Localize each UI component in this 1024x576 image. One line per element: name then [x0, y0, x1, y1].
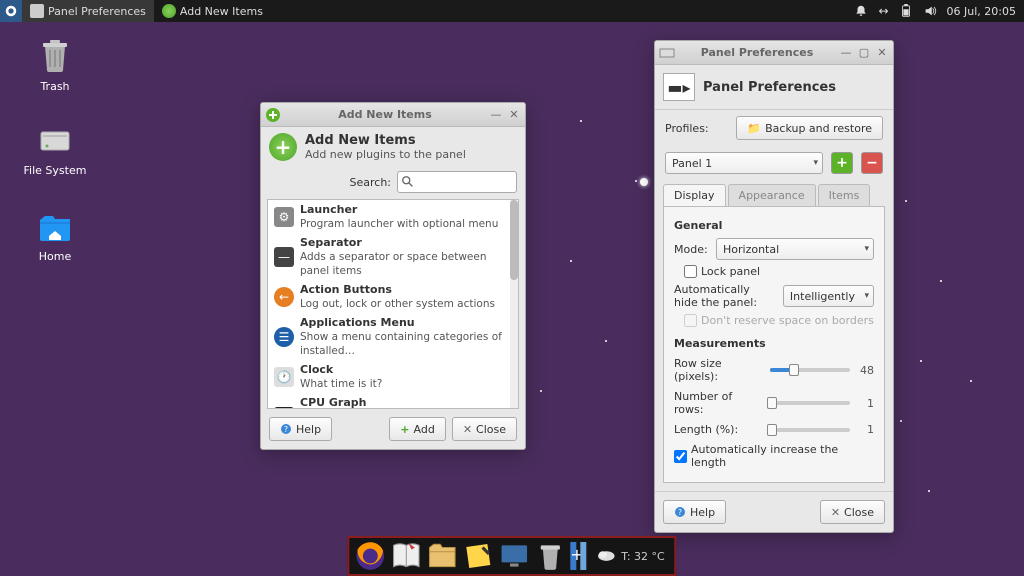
- volume-icon[interactable]: [923, 4, 937, 18]
- window-icon: [659, 45, 675, 61]
- autohide-label: Automatically hide the panel:: [674, 283, 777, 309]
- tab-items[interactable]: Items: [818, 184, 871, 206]
- length-value: 1: [856, 423, 874, 436]
- bottom-panel: + T: 32 °C: [347, 536, 676, 576]
- panel-selector[interactable]: Panel 1: [665, 152, 823, 174]
- tab-bar: Display Appearance Items: [663, 184, 885, 206]
- folder-home-icon: [35, 206, 75, 246]
- close-button[interactable]: ✕Close: [452, 417, 517, 441]
- svg-text:?: ?: [284, 425, 288, 434]
- list-item[interactable]: ←Action ButtonsLog out, lock or other sy…: [268, 280, 518, 313]
- task-label: Add New Items: [180, 5, 263, 18]
- search-label: Search:: [350, 176, 392, 189]
- svg-text:?: ?: [678, 508, 682, 517]
- close-button[interactable]: ✕Close: [820, 500, 885, 524]
- window-add-new-items: Add New Items — ✕ + Add New Items Add ne…: [260, 102, 526, 450]
- window-title: Panel Preferences: [679, 46, 835, 59]
- maximize-button[interactable]: ▢: [857, 46, 871, 60]
- dialog-heading: Add New Items: [305, 133, 466, 148]
- whisker-menu-button[interactable]: [0, 0, 22, 22]
- window-panel-preferences: Panel Preferences — ▢ ✕ ▬▸ Panel Prefere…: [654, 40, 894, 533]
- dock-trash[interactable]: [533, 540, 567, 572]
- mode-label: Mode:: [674, 243, 710, 256]
- dialog-subheading: Add new plugins to the panel: [305, 148, 466, 161]
- num-rows-label: Number of rows:: [674, 390, 764, 416]
- battery-icon[interactable]: [899, 4, 913, 18]
- dock-notes[interactable]: [461, 540, 495, 572]
- plugin-list[interactable]: ⚙LauncherProgram launcher with optional …: [267, 199, 519, 409]
- reserve-space-checkbox: Don't reserve space on borders: [684, 314, 874, 327]
- icon-label: Home: [20, 250, 90, 263]
- remove-panel-button[interactable]: −: [861, 152, 883, 174]
- system-tray: ↔ 06 Jul, 20:05: [846, 4, 1024, 18]
- dock-files[interactable]: [425, 540, 459, 572]
- list-item[interactable]: ☰Applications MenuShow a menu containing…: [268, 313, 518, 360]
- panel-icon: ▬▸: [663, 73, 695, 101]
- minimize-button[interactable]: —: [489, 108, 503, 122]
- help-button[interactable]: ?Help: [663, 500, 726, 524]
- taskbar-item-panel-preferences[interactable]: Panel Preferences: [22, 0, 154, 22]
- search-icon: [401, 175, 415, 189]
- profiles-label: Profiles:: [665, 122, 709, 135]
- titlebar[interactable]: Add New Items — ✕: [261, 103, 525, 127]
- autohide-select[interactable]: Intelligently: [783, 285, 874, 307]
- icon-label: File System: [20, 164, 90, 177]
- window-title: Add New Items: [285, 108, 485, 121]
- clock-text[interactable]: 06 Jul, 20:05: [947, 5, 1016, 18]
- num-rows-value: 1: [856, 397, 874, 410]
- folder-icon: 📁: [747, 122, 761, 135]
- length-label: Length (%):: [674, 423, 764, 436]
- dock-weather[interactable]: T: 32 °C: [589, 545, 670, 567]
- auto-increase-checkbox[interactable]: Automatically increase the length: [674, 443, 874, 469]
- backup-restore-button[interactable]: 📁Backup and restore: [736, 116, 883, 140]
- mode-select[interactable]: Horizontal: [716, 238, 874, 260]
- top-panel: Panel Preferences Add New Items ↔ 06 Jul…: [0, 0, 1024, 22]
- dialog-heading: Panel Preferences: [703, 80, 836, 95]
- trash-icon: [35, 36, 75, 76]
- task-label: Panel Preferences: [48, 5, 146, 18]
- close-button[interactable]: ✕: [875, 46, 889, 60]
- length-slider[interactable]: [770, 428, 850, 432]
- notification-icon[interactable]: [854, 4, 868, 18]
- num-rows-slider[interactable]: [770, 401, 850, 405]
- row-size-value: 48: [856, 364, 874, 377]
- list-item[interactable]: 🕐ClockWhat time is it?: [268, 360, 518, 393]
- help-button[interactable]: ?Help: [269, 417, 332, 441]
- list-item[interactable]: ║CPU GraphGraphical representation of th…: [268, 393, 518, 409]
- dock-separator[interactable]: [580, 542, 586, 570]
- titlebar[interactable]: Panel Preferences — ▢ ✕: [655, 41, 893, 65]
- icon-label: Trash: [20, 80, 90, 93]
- row-size-slider[interactable]: [770, 368, 850, 372]
- tab-display[interactable]: Display: [663, 184, 726, 206]
- plus-icon: +: [269, 133, 297, 161]
- dock-display[interactable]: [497, 540, 531, 572]
- row-size-label: Row size (pixels):: [674, 357, 764, 383]
- tab-content-display: General Mode: Horizontal Lock panel Auto…: [663, 206, 885, 483]
- dock-separator[interactable]: +: [570, 542, 576, 570]
- desktop-icon-trash[interactable]: Trash: [20, 36, 90, 93]
- list-item[interactable]: ⚙LauncherProgram launcher with optional …: [268, 200, 518, 233]
- add-panel-button[interactable]: +: [831, 152, 853, 174]
- weather-icon: [595, 545, 617, 567]
- scrollbar[interactable]: [510, 200, 518, 408]
- tab-appearance[interactable]: Appearance: [728, 184, 816, 206]
- desktop-icon-filesystem[interactable]: File System: [20, 120, 90, 177]
- taskbar-item-add-new-items[interactable]: Add New Items: [154, 0, 271, 22]
- dock-reader[interactable]: [389, 540, 423, 572]
- window-icon: [265, 107, 281, 123]
- drive-icon: [35, 120, 75, 160]
- network-icon[interactable]: ↔: [878, 4, 888, 18]
- search-input[interactable]: [397, 171, 517, 193]
- dock-firefox[interactable]: [353, 540, 387, 572]
- measurements-section-title: Measurements: [674, 337, 874, 350]
- general-section-title: General: [674, 219, 874, 232]
- close-button[interactable]: ✕: [507, 108, 521, 122]
- add-button[interactable]: +Add: [389, 417, 446, 441]
- desktop-icon-home[interactable]: Home: [20, 206, 90, 263]
- minimize-button[interactable]: —: [839, 46, 853, 60]
- lock-panel-checkbox[interactable]: Lock panel: [684, 265, 874, 278]
- list-item[interactable]: —SeparatorAdds a separator or space betw…: [268, 233, 518, 280]
